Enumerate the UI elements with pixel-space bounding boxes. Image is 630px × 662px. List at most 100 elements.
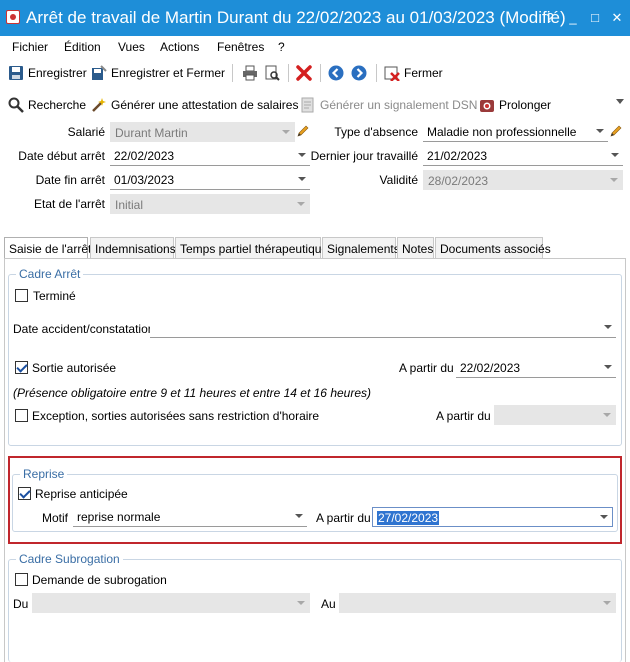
search-button[interactable]: Recherche [8, 96, 86, 114]
au-label: Au [321, 597, 336, 611]
menu-actions[interactable]: Actions [160, 40, 199, 54]
date-fin-field[interactable]: 01/03/2023 [110, 170, 310, 190]
printer-icon [242, 65, 258, 81]
close-button[interactable]: Fermer [384, 64, 443, 82]
dropdown-arrow-icon [297, 601, 305, 605]
demande-subrogation-checkbox[interactable] [15, 573, 28, 586]
generate-dsn-signal-label: Générer un signalement DSN [320, 98, 478, 112]
exception-checkbox[interactable] [15, 409, 28, 422]
magic-wand-icon [91, 97, 107, 113]
actions-toolbar: Recherche Générer une attestation de sal… [0, 90, 630, 118]
dropdown-arrow-icon [603, 413, 611, 417]
date-debut-field[interactable]: 22/02/2023 [110, 146, 310, 166]
save-button[interactable]: Enregistrer [8, 64, 87, 82]
validite-field[interactable]: 28/02/2023 [423, 170, 623, 190]
presence-note: (Présence obligatoire entre 9 et 11 heur… [13, 386, 372, 400]
exception-date-field[interactable] [494, 405, 616, 425]
salarie-field[interactable]: Durant Martin [110, 122, 295, 142]
date-debut-value: 22/02/2023 [114, 149, 175, 163]
tab-signalements[interactable]: Signalements [322, 237, 400, 259]
document-icon [300, 97, 316, 113]
pencil-icon[interactable] [609, 124, 623, 138]
toolbar-separator [288, 64, 289, 82]
toolbar-separator [232, 64, 233, 82]
exception-label: Exception, sorties autorisées sans restr… [32, 409, 320, 423]
etat-field[interactable]: Initial [110, 194, 310, 214]
maximize-button[interactable]: □ [586, 9, 604, 27]
close-label: Fermer [404, 66, 443, 80]
close-window-button[interactable]: ✕ [608, 9, 626, 27]
salarie-value: Durant Martin [115, 126, 188, 140]
salarie-label: Salarié [67, 125, 105, 139]
extend-button[interactable]: Prolonger [479, 96, 551, 114]
toolbar-overflow-chevron-icon[interactable] [616, 99, 624, 104]
extend-label: Prolonger [499, 98, 552, 112]
motif-value: reprise normale [77, 510, 161, 524]
motif-field[interactable]: reprise normale [73, 507, 307, 527]
reprise-date-value: 27/02/2023 [377, 511, 440, 525]
type-absence-label: Type d'absence [334, 125, 418, 139]
type-absence-field[interactable]: Maladie non professionnelle [423, 122, 608, 142]
print-preview-button[interactable] [264, 64, 284, 82]
tab-notes[interactable]: Notes [397, 237, 434, 259]
main-toolbar: Enregistrer Enregistrer et Fermer Fermer [0, 58, 630, 86]
tab-saisie-arret[interactable]: Saisie de l'arrêt [4, 237, 91, 260]
search-icon [8, 97, 24, 113]
type-absence-value: Maladie non professionnelle [427, 125, 577, 139]
help-button[interactable]: ? [541, 9, 559, 27]
dropdown-arrow-icon [604, 325, 612, 329]
menu-fichier[interactable]: Fichier [12, 40, 48, 54]
toolbar-separator [376, 64, 377, 82]
tab-indemnisations[interactable]: Indemnisations [90, 237, 176, 259]
save-close-icon [91, 65, 107, 81]
minimize-button[interactable]: _ [564, 9, 582, 27]
dropdown-arrow-icon [600, 515, 608, 519]
sortie-autorisee-checkbox[interactable] [15, 361, 28, 374]
exception-a-partir-du-label: A partir du [436, 409, 491, 423]
next-button[interactable] [351, 64, 371, 82]
generate-salary-cert-button[interactable]: Générer une attestation de salaires [91, 96, 298, 114]
cadre-arret-title: Cadre Arrêt [16, 267, 84, 281]
date-accident-label: Date accident/constatation [13, 322, 155, 336]
demande-subrogation-label: Demande de subrogation [32, 573, 167, 587]
dernier-jour-label: Dernier jour travaillé [310, 149, 418, 163]
du-field[interactable] [32, 593, 310, 613]
menu-vues[interactable]: Vues [118, 40, 145, 54]
date-accident-field[interactable] [150, 318, 616, 338]
motif-label: Motif [42, 511, 69, 525]
menu-fenetres[interactable]: Fenêtres [217, 40, 264, 54]
menu-bar: Fichier Édition Vues Actions Fenêtres ? [0, 36, 630, 58]
dernier-jour-value: 21/02/2023 [427, 149, 488, 163]
termine-checkbox[interactable] [15, 289, 28, 302]
red-x-icon [296, 65, 312, 81]
save-close-button[interactable]: Enregistrer et Fermer [91, 64, 225, 82]
arrow-left-icon [328, 65, 344, 81]
reprise-anticipee-checkbox[interactable] [18, 487, 31, 500]
tab-temps-partiel[interactable]: Temps partiel thérapeutique [175, 237, 328, 259]
print-preview-icon [264, 65, 280, 81]
print-button[interactable] [242, 64, 262, 82]
previous-button[interactable] [328, 64, 348, 82]
save-close-label: Enregistrer et Fermer [111, 66, 226, 80]
dropdown-arrow-icon [297, 202, 305, 206]
generate-dsn-signal-button[interactable]: Générer un signalement DSN [300, 96, 477, 114]
tab-documents[interactable]: Documents associés [435, 237, 551, 259]
sortie-date-field[interactable]: 22/02/2023 [456, 358, 616, 378]
dropdown-arrow-icon [298, 177, 306, 181]
au-field[interactable] [339, 593, 616, 613]
menu-edition[interactable]: Édition [64, 40, 101, 54]
dernier-jour-field[interactable]: 21/02/2023 [423, 146, 623, 166]
tab-strip: Saisie de l'arrêt Indemnisations Temps p… [4, 237, 626, 260]
window-title: Arrêt de travail de Martin Durant du 22/… [26, 8, 566, 27]
close-doc-icon [384, 65, 400, 82]
search-label: Recherche [28, 98, 87, 112]
save-label: Enregistrer [28, 66, 87, 80]
dropdown-arrow-icon [596, 129, 604, 133]
delete-button[interactable] [296, 64, 316, 82]
extend-icon [479, 97, 495, 113]
validite-value: 28/02/2023 [428, 174, 489, 188]
reprise-date-field[interactable]: 27/02/2023 [372, 507, 613, 527]
menu-help[interactable]: ? [278, 40, 285, 54]
pencil-icon[interactable] [296, 124, 310, 138]
app-icon [6, 10, 20, 24]
